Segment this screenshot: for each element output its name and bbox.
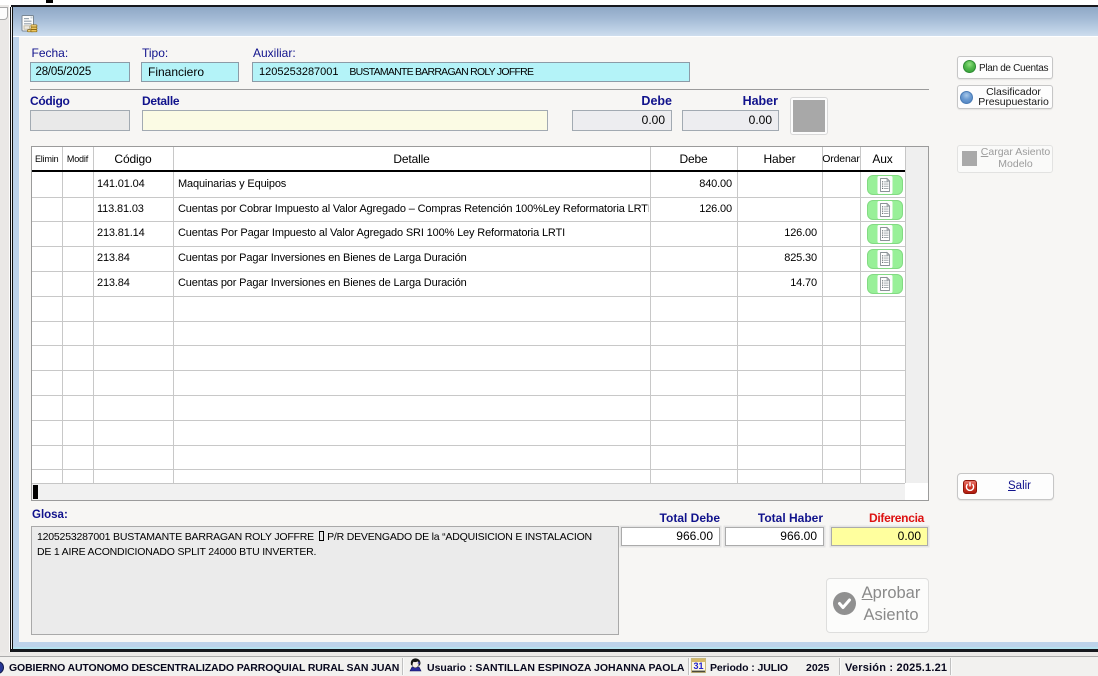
svg-text:31: 31 [693, 661, 703, 671]
